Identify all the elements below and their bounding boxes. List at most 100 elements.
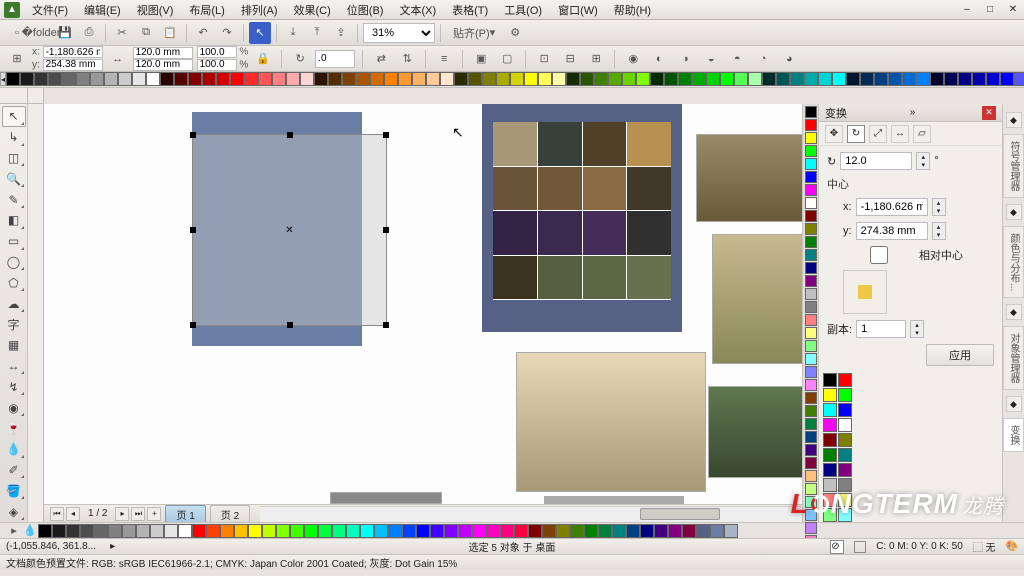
polygon-tool[interactable]: ⬠ (2, 272, 26, 293)
color-swatch[interactable] (454, 72, 468, 86)
first-page-icon[interactable]: ⏮ (50, 507, 64, 521)
color-swatch[interactable] (552, 72, 566, 86)
color-swatch[interactable] (360, 524, 374, 538)
color-swatch[interactable] (776, 72, 790, 86)
color-swatch[interactable] (318, 524, 332, 538)
fill-swatch-icon[interactable]: ⊘ (830, 540, 844, 554)
color-swatch[interactable] (412, 72, 426, 86)
color-swatch[interactable] (192, 524, 206, 538)
apply-button[interactable]: 应用 (926, 344, 994, 366)
canvas[interactable]: ✕ ↖ (44, 104, 802, 504)
close-button[interactable]: ✕ (1002, 3, 1024, 17)
color-swatch[interactable] (678, 72, 692, 86)
color-swatch[interactable] (136, 524, 150, 538)
color-proof-icon[interactable]: 🎨 (1006, 541, 1018, 552)
docker-tab-icon-2[interactable]: ◆ (1006, 204, 1022, 220)
color-swatch[interactable] (902, 72, 916, 86)
color-swatch[interactable] (178, 524, 192, 538)
docker-more-icon[interactable]: » (910, 107, 916, 118)
color-swatch[interactable] (342, 72, 356, 86)
color-swatch[interactable] (805, 288, 817, 300)
zoom-level[interactable]: 31% (363, 23, 435, 43)
color-swatch[interactable] (416, 524, 430, 538)
color-swatch[interactable] (823, 433, 837, 447)
menu-layout[interactable]: 布局(L) (181, 0, 232, 20)
prev-page-icon[interactable]: ◂ (66, 507, 80, 521)
color-swatch[interactable] (805, 197, 817, 209)
color-swatch[interactable] (524, 72, 538, 86)
color-swatch[interactable] (458, 524, 472, 538)
color-swatch[interactable] (838, 388, 852, 402)
color-swatch[interactable] (94, 524, 108, 538)
color-swatch[interactable] (188, 72, 202, 86)
color-swatch[interactable] (823, 418, 837, 432)
boundary-icon[interactable]: ◕ (778, 48, 800, 70)
color-swatch[interactable] (598, 524, 612, 538)
eyedropper-tool[interactable]: 💧 (2, 439, 26, 460)
outline-tool[interactable]: ✐ (2, 460, 26, 481)
crop-tool[interactable]: ◫ (2, 148, 26, 169)
color-swatch[interactable] (314, 72, 328, 86)
object-height[interactable] (133, 59, 193, 71)
color-swatch[interactable] (706, 72, 720, 86)
color-swatch[interactable] (1000, 72, 1014, 86)
color-swatch[interactable] (805, 353, 817, 365)
color-swatch[interactable] (972, 72, 986, 86)
color-swatch[interactable] (80, 524, 94, 538)
shape-tool[interactable]: ↳ (2, 127, 26, 148)
mirror-h-icon[interactable]: ⇄ (370, 48, 392, 70)
color-swatch[interactable] (874, 72, 888, 86)
color-swatch[interactable] (234, 524, 248, 538)
color-swatch[interactable] (823, 403, 837, 417)
color-swatch[interactable] (986, 72, 1000, 86)
color-swatch[interactable] (220, 524, 234, 538)
color-swatch[interactable] (48, 72, 62, 86)
color-swatch[interactable] (805, 106, 817, 118)
object-width[interactable] (133, 47, 193, 59)
photo-4[interactable] (708, 386, 802, 478)
color-swatch[interactable] (832, 72, 846, 86)
color-swatch[interactable] (262, 524, 276, 538)
color-swatch[interactable] (958, 72, 972, 86)
color-swatch[interactable] (720, 72, 734, 86)
freehand-tool[interactable]: ✎ (2, 189, 26, 210)
color-swatch[interactable] (734, 72, 748, 86)
front-icon[interactable]: ▣ (470, 48, 492, 70)
mirror-v-icon[interactable]: ⇅ (396, 48, 418, 70)
transparency-tool[interactable]: 🍷 (2, 418, 26, 439)
color-swatch[interactable] (90, 72, 104, 86)
color-swatch[interactable] (805, 379, 817, 391)
size-tab-icon[interactable]: ↔ (891, 125, 909, 143)
color-swatch[interactable] (916, 72, 930, 86)
color-swatch[interactable] (860, 72, 874, 86)
color-swatch[interactable] (654, 524, 668, 538)
connector-tool[interactable]: ↯ (2, 376, 26, 397)
outline-swatch-icon[interactable] (854, 541, 866, 553)
color-swatch[interactable] (66, 524, 80, 538)
color-swatch[interactable] (692, 72, 706, 86)
last-page-icon[interactable]: ⏭ (131, 507, 145, 521)
pick-tool-icon[interactable]: ↖ (249, 22, 271, 44)
color-swatch[interactable] (62, 72, 76, 86)
interactive-fill-tool[interactable]: ◈ (2, 501, 26, 522)
color-swatch[interactable] (486, 524, 500, 538)
color-swatch[interactable] (805, 457, 817, 469)
paste-icon[interactable]: 📋 (159, 22, 181, 44)
color-swatch[interactable] (482, 72, 496, 86)
back-minus-icon[interactable]: ◔ (752, 48, 774, 70)
relative-center-checkbox[interactable] (843, 246, 915, 264)
color-swatch[interactable] (258, 72, 272, 86)
rotate-tab-icon[interactable]: ↻ (847, 125, 865, 143)
color-swatch[interactable] (805, 314, 817, 326)
color-swatch[interactable] (805, 327, 817, 339)
color-swatch[interactable] (150, 524, 164, 538)
docker-tab-symbol[interactable]: 符号管理器 (1003, 134, 1024, 198)
dimension-tool[interactable]: ↔ (2, 356, 26, 377)
photo-6[interactable] (544, 496, 684, 504)
zoom-tool[interactable]: 🔍 (2, 168, 26, 189)
image-grid[interactable] (493, 122, 671, 300)
docker-tab-icon-3[interactable]: ◆ (1006, 304, 1022, 320)
weld-icon[interactable]: ◉ (622, 48, 644, 70)
redo-icon[interactable]: ↷ (216, 22, 238, 44)
color-swatch[interactable] (682, 524, 696, 538)
